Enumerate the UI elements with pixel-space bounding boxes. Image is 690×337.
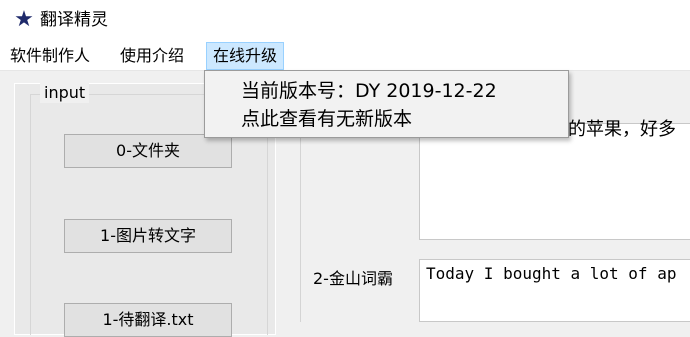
window-title: 翻译精灵 <box>40 10 108 30</box>
to-translate-txt-button[interactable]: 1-待翻译.txt <box>64 303 232 337</box>
menu-item-update[interactable]: 在线升级 <box>206 42 285 70</box>
menu-bar: 软件制作人 使用介绍 在线升级 <box>0 42 690 71</box>
output-textbox-2-text: Today I bought a lot of ap <box>426 264 677 283</box>
folder-button[interactable]: 0-文件夹 <box>64 134 232 168</box>
title-bar: ★ 翻译精灵 <box>0 0 690 42</box>
menu-item-author[interactable]: 软件制作人 <box>4 42 96 70</box>
output-label-2: 2-金山词霸 <box>313 269 393 288</box>
star-icon: ★ <box>14 7 34 32</box>
dropdown-item-version[interactable]: 当前版本号：DY 2019-12-22 <box>241 79 497 103</box>
input-group-legend: input <box>40 83 90 103</box>
image-to-text-button[interactable]: 1-图片转文字 <box>64 219 232 253</box>
dropdown-item-check-update[interactable]: 点此查看有无新版本 <box>241 107 412 131</box>
menu-item-intro[interactable]: 使用介绍 <box>114 42 190 70</box>
update-dropdown-menu: 当前版本号：DY 2019-12-22 点此查看有无新版本 <box>204 70 569 138</box>
output-textbox-1-text: 的苹果，好多 <box>568 119 676 140</box>
output-textbox-2[interactable]: Today I bought a lot of ap <box>419 259 690 322</box>
